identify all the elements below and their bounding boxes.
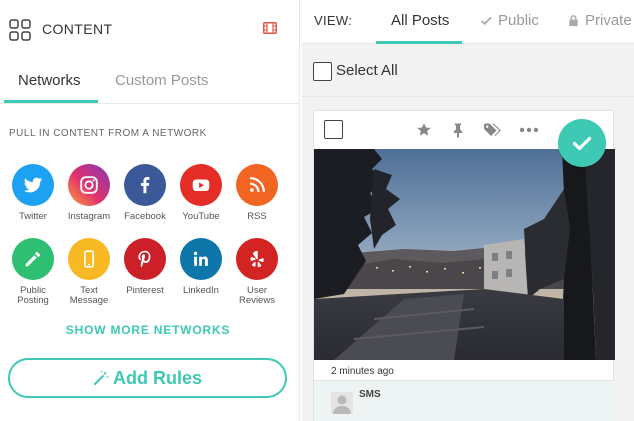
select-all-label[interactable]: Select All (336, 62, 398, 79)
post-card[interactable]: 2 minutes ago SMS (313, 110, 615, 421)
tags-icon[interactable] (483, 122, 502, 138)
content-header: CONTENT (0, 0, 300, 58)
pin-icon[interactable] (450, 122, 466, 138)
check-icon (481, 16, 492, 26)
select-all-checkbox[interactable] (313, 62, 332, 81)
pinterest-icon (124, 238, 166, 280)
tab-public[interactable]: Public (480, 12, 539, 29)
user-silhouette-icon (333, 395, 351, 414)
network-twitter[interactable]: Twitter (5, 164, 61, 222)
checkmark-icon (572, 136, 592, 151)
approved-badge[interactable] (558, 119, 606, 167)
more-icon[interactable] (519, 122, 539, 138)
post-timestamp: 2 minutes ago (331, 366, 394, 377)
network-linkedin[interactable]: LinkedIn (173, 238, 229, 296)
grid-icon[interactable] (9, 19, 31, 41)
network-pinterest[interactable]: Pinterest (117, 238, 173, 296)
view-tabs-bar: VIEW: All Posts Public Private (302, 0, 634, 44)
network-user-reviews[interactable]: User Reviews (229, 238, 285, 306)
tab-all-posts[interactable]: All Posts (391, 12, 449, 29)
tab-private[interactable]: Private (567, 12, 632, 29)
network-label: Twitter (19, 211, 47, 222)
network-youtube[interactable]: YouTube (173, 164, 229, 222)
network-label: RSS (247, 211, 267, 222)
film-icon[interactable] (263, 22, 277, 34)
tab-networks[interactable]: Networks (18, 72, 81, 89)
network-label: User Reviews (239, 285, 275, 306)
select-bar: Select All (302, 45, 634, 97)
network-label: Pinterest (126, 285, 164, 296)
linkedin-icon (180, 238, 222, 280)
network-label: YouTube (182, 211, 220, 222)
network-label: Facebook (124, 211, 166, 222)
network-rss[interactable]: RSS (229, 164, 285, 222)
add-rules-button[interactable]: Add Rules (8, 358, 287, 398)
youtube-icon (180, 164, 222, 206)
instagram-icon (68, 164, 110, 206)
network-label: Instagram (67, 211, 111, 222)
network-text-message[interactable]: Text Message (61, 238, 117, 306)
network-instagram[interactable]: Instagram (61, 164, 117, 222)
network-label: Public Posting (17, 285, 49, 306)
app-root: CONTENT Networks Custom Posts PULL IN CO… (0, 0, 634, 421)
post-checkbox[interactable] (324, 120, 343, 139)
pull-content-label: PULL IN CONTENT FROM A NETWORK (9, 128, 207, 139)
phone-icon (68, 238, 110, 280)
posts-panel: VIEW: All Posts Public Private Select Al… (302, 0, 634, 421)
rss-icon (236, 164, 278, 206)
yelp-icon (236, 238, 278, 280)
active-tab-indicator (4, 100, 98, 103)
magic-wand-icon (93, 370, 109, 385)
post-author: SMS (359, 389, 381, 400)
add-rules-label: Add Rules (112, 367, 202, 388)
view-label: VIEW: (314, 13, 353, 28)
post-image[interactable] (314, 149, 615, 360)
pencil-icon (12, 238, 54, 280)
content-tabs: Networks Custom Posts (0, 58, 300, 104)
star-icon[interactable] (416, 122, 432, 138)
content-title: CONTENT (42, 21, 113, 37)
facebook-icon (124, 164, 166, 206)
network-facebook[interactable]: Facebook (117, 164, 173, 222)
lock-icon (569, 15, 578, 27)
network-label: Text Message (69, 285, 109, 306)
content-panel: CONTENT Networks Custom Posts PULL IN CO… (0, 0, 300, 421)
show-more-networks-link[interactable]: SHOW MORE NETWORKS (0, 323, 296, 337)
avatar (331, 392, 353, 414)
street-photo (314, 149, 615, 360)
twitter-icon (12, 164, 54, 206)
post-author-bar: SMS (314, 380, 615, 421)
tab-custom-posts[interactable]: Custom Posts (115, 72, 208, 89)
active-view-indicator (376, 41, 462, 44)
network-label: LinkedIn (183, 285, 219, 296)
network-public-posting[interactable]: Public Posting (5, 238, 61, 306)
